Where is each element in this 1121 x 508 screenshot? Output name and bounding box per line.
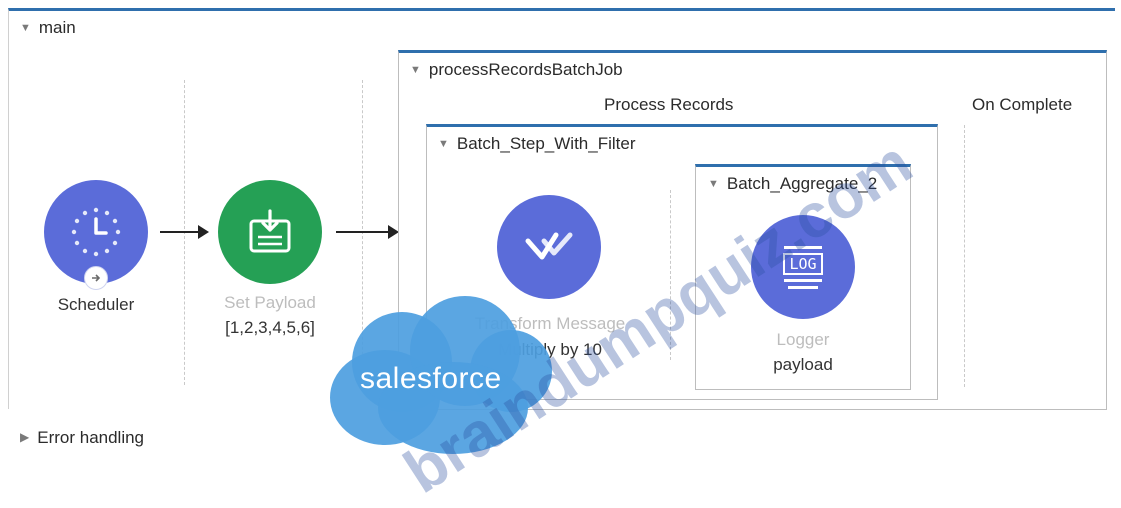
batch-step-header[interactable]: ▼ Batch_Step_With_Filter — [438, 134, 635, 154]
main-flow-header[interactable]: ▼ main — [20, 18, 76, 38]
set-payload-value: [1,2,3,4,5,6] — [225, 318, 315, 337]
logger-label: Logger — [776, 330, 830, 349]
process-records-title: Process Records — [604, 95, 734, 114]
batch-step-title: Batch_Step_With_Filter — [456, 134, 636, 153]
batch-job-header[interactable]: ▼ processRecordsBatchJob — [410, 60, 623, 80]
flow-arrow-1-head — [198, 225, 209, 239]
collapse-triangle-icon[interactable]: ▼ — [708, 178, 719, 190]
separator-on-complete — [964, 125, 965, 387]
main-flow-title: main — [38, 18, 76, 37]
collapse-triangle-icon[interactable]: ▼ — [410, 64, 421, 76]
collapse-triangle-icon[interactable]: ▼ — [20, 22, 31, 34]
error-handling-header[interactable]: ▶ Error handling — [20, 428, 144, 448]
transform-message-component[interactable] — [497, 195, 601, 299]
error-handling-label: Error handling — [37, 428, 145, 447]
logger-value: payload — [773, 355, 833, 374]
collapse-triangle-icon[interactable]: ▼ — [438, 138, 449, 150]
flow-arrow-2 — [336, 231, 390, 233]
source-arrow-badge-icon — [84, 266, 108, 290]
expand-triangle-icon[interactable]: ▶ — [20, 430, 29, 444]
flow-arrow-1 — [160, 231, 200, 233]
scheduler-label: Scheduler — [57, 295, 135, 314]
batch-job-title: processRecordsBatchJob — [428, 60, 623, 79]
set-payload-icon — [249, 209, 291, 253]
set-payload-label: Set Payload — [224, 293, 316, 312]
on-complete-title: On Complete — [972, 95, 1073, 114]
transform-icon — [525, 232, 573, 260]
set-payload-component[interactable] — [218, 180, 322, 284]
clock-icon — [71, 207, 121, 257]
